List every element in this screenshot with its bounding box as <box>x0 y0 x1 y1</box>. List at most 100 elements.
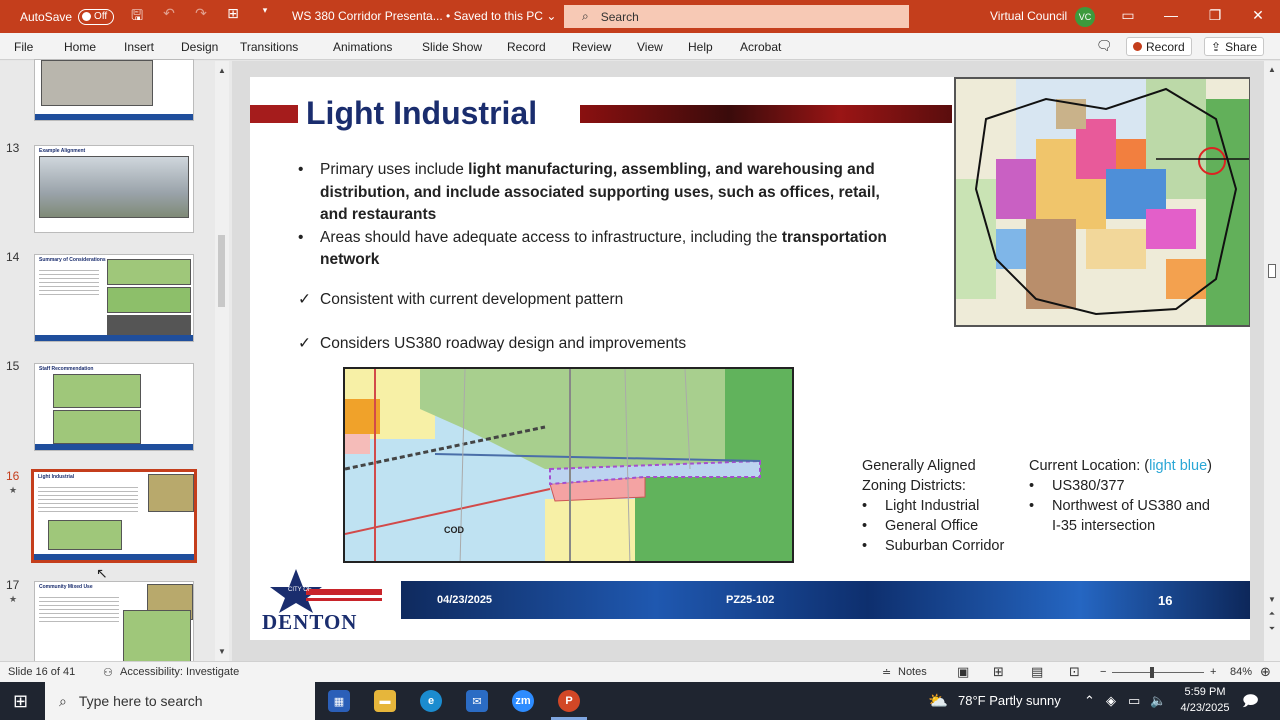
tab-review[interactable]: Review <box>572 40 611 54</box>
store-icon[interactable]: ▦ <box>328 690 350 712</box>
slide-thumbnail-16[interactable]: Light Industrial <box>31 469 197 563</box>
weather-icon[interactable]: ⛅ <box>928 691 948 711</box>
share-label: Share <box>1225 39 1258 54</box>
reading-view-icon[interactable]: ▤ <box>1031 664 1043 680</box>
chevron-up-icon[interactable]: ⌃ <box>1084 693 1095 709</box>
tab-record[interactable]: Record <box>507 40 546 54</box>
slide-thumbnail-17[interactable]: Community Mixed Use <box>34 581 194 669</box>
taskbar-search-input[interactable]: ⌕ Type here to search <box>45 682 315 720</box>
minimize-icon[interactable]: — <box>1161 7 1181 23</box>
tab-acrobat[interactable]: Acrobat <box>740 40 781 54</box>
thumb-text <box>39 594 119 624</box>
notes-button[interactable]: Notes <box>898 666 927 678</box>
land-use-map-graphic <box>956 79 1249 325</box>
share-button[interactable]: ⇪ Share <box>1204 37 1265 56</box>
list-item-text: Light Industrial <box>885 498 980 514</box>
slide-thumbnail-15[interactable]: Staff Recommendation <box>34 363 194 451</box>
canvas-scrollbar[interactable] <box>1264 61 1280 661</box>
scrollbar-thumb[interactable] <box>218 235 225 307</box>
footer-code: PZ25-102 <box>726 594 775 606</box>
slide-footer: 04/23/2025 PZ25-102 16 <box>401 581 1250 619</box>
tab-home[interactable]: Home <box>64 40 96 54</box>
tab-view[interactable]: View <box>637 40 663 54</box>
document-title[interactable]: WS 380 Corridor Presenta... • Saved to t… <box>292 9 556 23</box>
zoom-level[interactable]: 84% <box>1230 666 1252 678</box>
redo-icon[interactable]: ↷ <box>192 5 210 29</box>
weather-text[interactable]: 78°F Partly sunny <box>958 693 1061 708</box>
volume-icon[interactable]: 🔈 <box>1150 693 1166 709</box>
previous-slide-icon[interactable]: ⏶ <box>1266 609 1278 619</box>
app-tray-icon[interactable]: ◈ <box>1106 693 1116 709</box>
avatar[interactable]: VC <box>1075 7 1095 27</box>
file-explorer-icon[interactable]: ▬ <box>374 690 396 712</box>
present-icon[interactable]: ⊞ <box>224 5 242 29</box>
scroll-down-icon[interactable]: ▼ <box>1266 595 1278 604</box>
customize-icon[interactable]: ▾ <box>256 5 274 29</box>
slide-thumbnail-13[interactable]: Example Alignment <box>34 145 194 233</box>
scrollbar-thumb[interactable] <box>1268 264 1276 278</box>
thumb-title: Community Mixed Use <box>39 584 93 590</box>
slide-sorter-icon[interactable]: ⊞ <box>993 664 1004 680</box>
save-icon[interactable]: 🖫 <box>128 5 146 29</box>
slideshow-icon[interactable]: ⊡ <box>1069 664 1080 680</box>
edge-icon[interactable]: e <box>420 690 442 712</box>
slide-thumbnail-14[interactable]: Summary of Considerations <box>34 254 194 342</box>
slide[interactable]: Light Industrial • Primary uses include … <box>250 77 1250 640</box>
tab-help[interactable]: Help <box>688 40 713 54</box>
thumb-text <box>39 267 99 297</box>
list-item: • Light Industrial <box>862 496 1004 516</box>
next-slide-icon[interactable]: ⏷ <box>1266 624 1278 634</box>
mail-icon[interactable]: ✉ <box>466 690 488 712</box>
comments-icon[interactable]: 🗨 <box>1096 38 1113 54</box>
search-input[interactable]: ⌕ Search <box>564 5 909 28</box>
tab-slide-show[interactable]: Slide Show <box>422 40 482 54</box>
thumbnail-scrollbar[interactable] <box>215 61 229 661</box>
fit-to-window-icon[interactable]: ⊕ <box>1260 664 1271 680</box>
thumb-title: Staff Recommendation <box>39 366 94 372</box>
tab-file[interactable]: File <box>14 40 33 54</box>
network-icon[interactable]: ▭ <box>1128 693 1140 709</box>
undo-icon[interactable]: ↶ <box>160 5 178 29</box>
bullet-text: Primary uses include <box>320 161 469 178</box>
autosave[interactable]: AutoSave Off <box>20 8 115 25</box>
notifications-icon[interactable]: 🗩 <box>1242 691 1259 716</box>
record-button[interactable]: Record <box>1126 37 1192 56</box>
normal-view-icon[interactable]: ▣ <box>957 664 969 680</box>
maximize-icon[interactable]: ❐ <box>1205 7 1225 24</box>
bullet-dot-icon: • <box>862 518 868 534</box>
notes-icon[interactable]: ≐ <box>882 666 891 679</box>
clock-date[interactable]: 4/23/2025 <box>1173 702 1237 714</box>
windows-start-icon[interactable]: ⊞ <box>13 691 28 712</box>
tab-animations[interactable]: Animations <box>333 40 392 54</box>
current-location-heading: Current Location: (light blue) <box>1029 456 1212 476</box>
slide-thumbnail-12[interactable] <box>34 59 194 121</box>
thumb-title: Light Industrial <box>38 474 75 480</box>
clock-time[interactable]: 5:59 PM <box>1180 686 1230 698</box>
thumb-map <box>53 410 141 444</box>
animation-star-icon: ★ <box>9 594 18 604</box>
powerpoint-icon[interactable]: P <box>558 690 580 712</box>
footer-date: 04/23/2025 <box>437 594 493 606</box>
list-item-text: I-35 intersection <box>1052 518 1156 534</box>
zoom-slider[interactable] <box>1112 672 1204 673</box>
close-icon[interactable]: ✕ <box>1248 7 1268 24</box>
autosave-toggle[interactable]: Off <box>78 8 115 25</box>
tab-design[interactable]: Design <box>181 40 218 54</box>
light-blue-text: light blue <box>1149 458 1208 474</box>
title-bar: AutoSave Off 🖫 ↶ ↷ ⊞ ▾ WS 380 Corridor P… <box>0 0 1280 33</box>
zoom-app-icon[interactable]: zm <box>512 690 534 712</box>
zoom-out-icon[interactable]: − <box>1100 666 1106 678</box>
scroll-up-icon[interactable]: ▲ <box>1266 65 1278 74</box>
thumb-map <box>107 287 191 313</box>
zoom-slider-thumb[interactable] <box>1150 667 1154 678</box>
accessibility-icon[interactable]: ⚇ <box>103 666 113 679</box>
scroll-down-icon[interactable]: ▼ <box>216 647 228 656</box>
user-name[interactable]: Virtual Council <box>990 9 1067 23</box>
ribbon-display-icon[interactable]: ▭ <box>1118 7 1138 24</box>
tab-transitions[interactable]: Transitions <box>240 40 298 54</box>
zoom-in-icon[interactable]: + <box>1210 666 1216 678</box>
corridor-map-graphic <box>345 369 792 561</box>
accessibility-status[interactable]: Accessibility: Investigate <box>120 666 239 678</box>
tab-insert[interactable]: Insert <box>124 40 154 54</box>
scroll-up-icon[interactable]: ▲ <box>216 66 228 75</box>
